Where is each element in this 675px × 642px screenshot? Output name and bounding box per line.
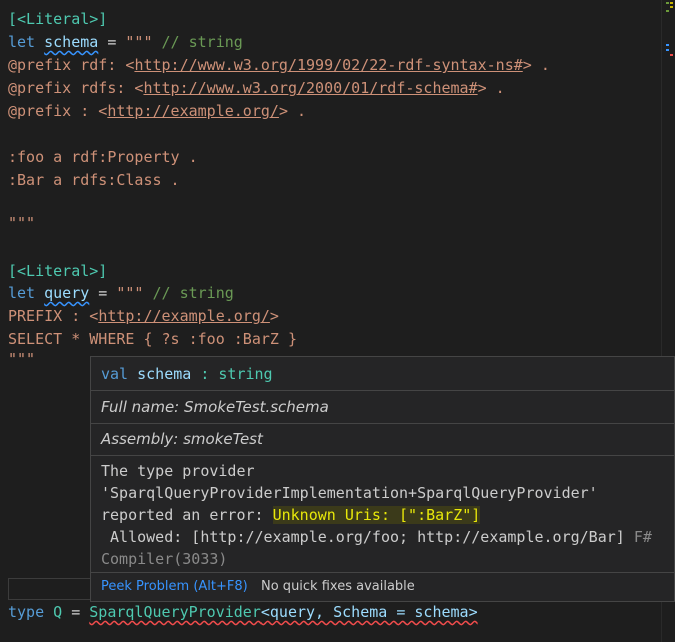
full-name-text: Full name: SmokeTest.schema [101, 398, 329, 416]
error-code: Compiler(3033) [101, 550, 228, 568]
signature-name: schema [137, 365, 192, 383]
assembly-text: Assembly: smokeTest [101, 430, 263, 448]
prefix-text: @prefix rdfs: < [8, 79, 144, 97]
find-widget-remnant [8, 578, 90, 600]
allowed-uris: Allowed: [http://example.org/foo; http:/… [101, 528, 625, 546]
prefix-text: PREFIX : < [8, 307, 99, 325]
code-line: SELECT * WHERE { ?s :foo :BarZ } [8, 330, 297, 348]
scrollbar-marker [670, 2, 673, 4]
string-delimiter: """ [125, 33, 153, 51]
type-keyword: type [8, 603, 45, 621]
query-identifier[interactable]: query [44, 284, 89, 302]
prefix-end: > . [522, 56, 550, 74]
error-message-line: Allowed: [http://example.org/foo; http:/… [101, 526, 652, 548]
error-message-line: The type provider [101, 462, 255, 480]
literal-attribute: [<Literal>] [8, 262, 108, 280]
error-source: F# [624, 528, 652, 546]
example-url[interactable]: http://example.org/ [98, 307, 270, 325]
code-line: @prefix rdfs: <http://www.w3.org/2000/01… [8, 77, 505, 100]
prefix-end: > . [477, 79, 505, 97]
signature-type: string [218, 365, 273, 383]
code-line: PREFIX : <http://example.org/> [8, 305, 279, 328]
no-quick-fixes-label: No quick fixes available [261, 579, 415, 594]
error-highlight: Unknown Uris: [":BarZ"] [272, 506, 481, 524]
string-delimiter: """ [116, 284, 144, 302]
error-prefix: reported an error: [101, 506, 273, 524]
val-keyword: val [101, 365, 129, 383]
type-comment: // string [143, 284, 234, 302]
error-message-line: reported an error: Unknown Uris: [":BarZ… [101, 504, 481, 526]
literal-attribute: [<Literal>] [8, 10, 108, 28]
code-line: @prefix : <http://example.org/> . [8, 100, 306, 123]
operator: = [98, 33, 126, 51]
code-line: :Bar a rdfs:Class . [8, 171, 180, 189]
scrollbar-marker [670, 6, 673, 8]
operator: = [89, 284, 117, 302]
prefix-text: @prefix : < [8, 102, 108, 120]
scrollbar-marker [670, 54, 673, 56]
scrollbar-marker [666, 2, 669, 4]
hover-tooltip: val schema : string Full name: SmokeTest… [90, 356, 675, 602]
code-line: [<Literal>] [8, 8, 107, 31]
code-line: @prefix rdf: <http://www.w3.org/1999/02/… [8, 54, 550, 77]
type-name-q[interactable]: Q [53, 603, 62, 621]
rdf-url[interactable]: http://www.w3.org/1999/02/22-rdf-syntax-… [134, 56, 522, 74]
signature-separator: : [191, 365, 219, 383]
code-line: let schema = """ // string [8, 31, 243, 54]
peek-problem-link[interactable]: Peek Problem (Alt+F8) [101, 579, 248, 594]
error-message-line: 'SparqlQueryProviderImplementation+Sparq… [101, 484, 598, 502]
hover-signature: val schema : string [101, 363, 273, 385]
scrollbar-marker [666, 10, 669, 12]
prefix-end: > [269, 307, 279, 325]
let-keyword: let [8, 33, 36, 51]
rdfs-url[interactable]: http://www.w3.org/2000/01/rdf-schema# [143, 79, 477, 97]
code-line: """ [8, 214, 36, 232]
operator: = [62, 603, 90, 621]
provider-identifier[interactable]: SparqlQueryProvider [89, 603, 261, 621]
type-comment: // string [152, 33, 243, 51]
prefix-text: @prefix rdf: < [8, 56, 135, 74]
divider [91, 423, 674, 424]
code-line: let query = """ // string [8, 282, 234, 305]
code-line: [<Literal>] [8, 260, 107, 283]
code-line: """ [8, 350, 36, 368]
example-url[interactable]: http://example.org/ [107, 102, 279, 120]
code-line: type Q = SparqlQueryProvider<query, Sche… [8, 601, 478, 624]
code-line: :foo a rdf:Property . [8, 148, 198, 166]
hover-status-bar: Peek Problem (Alt+F8) No quick fixes ava… [91, 572, 674, 601]
schema-identifier[interactable]: schema [44, 33, 98, 51]
let-keyword: let [8, 284, 36, 302]
provider-arguments[interactable]: <query, Schema = schema> [261, 603, 478, 621]
scrollbar-marker [666, 49, 669, 51]
divider [91, 455, 674, 456]
divider [91, 390, 674, 391]
scrollbar-marker [666, 44, 669, 46]
prefix-end: > . [278, 102, 307, 120]
